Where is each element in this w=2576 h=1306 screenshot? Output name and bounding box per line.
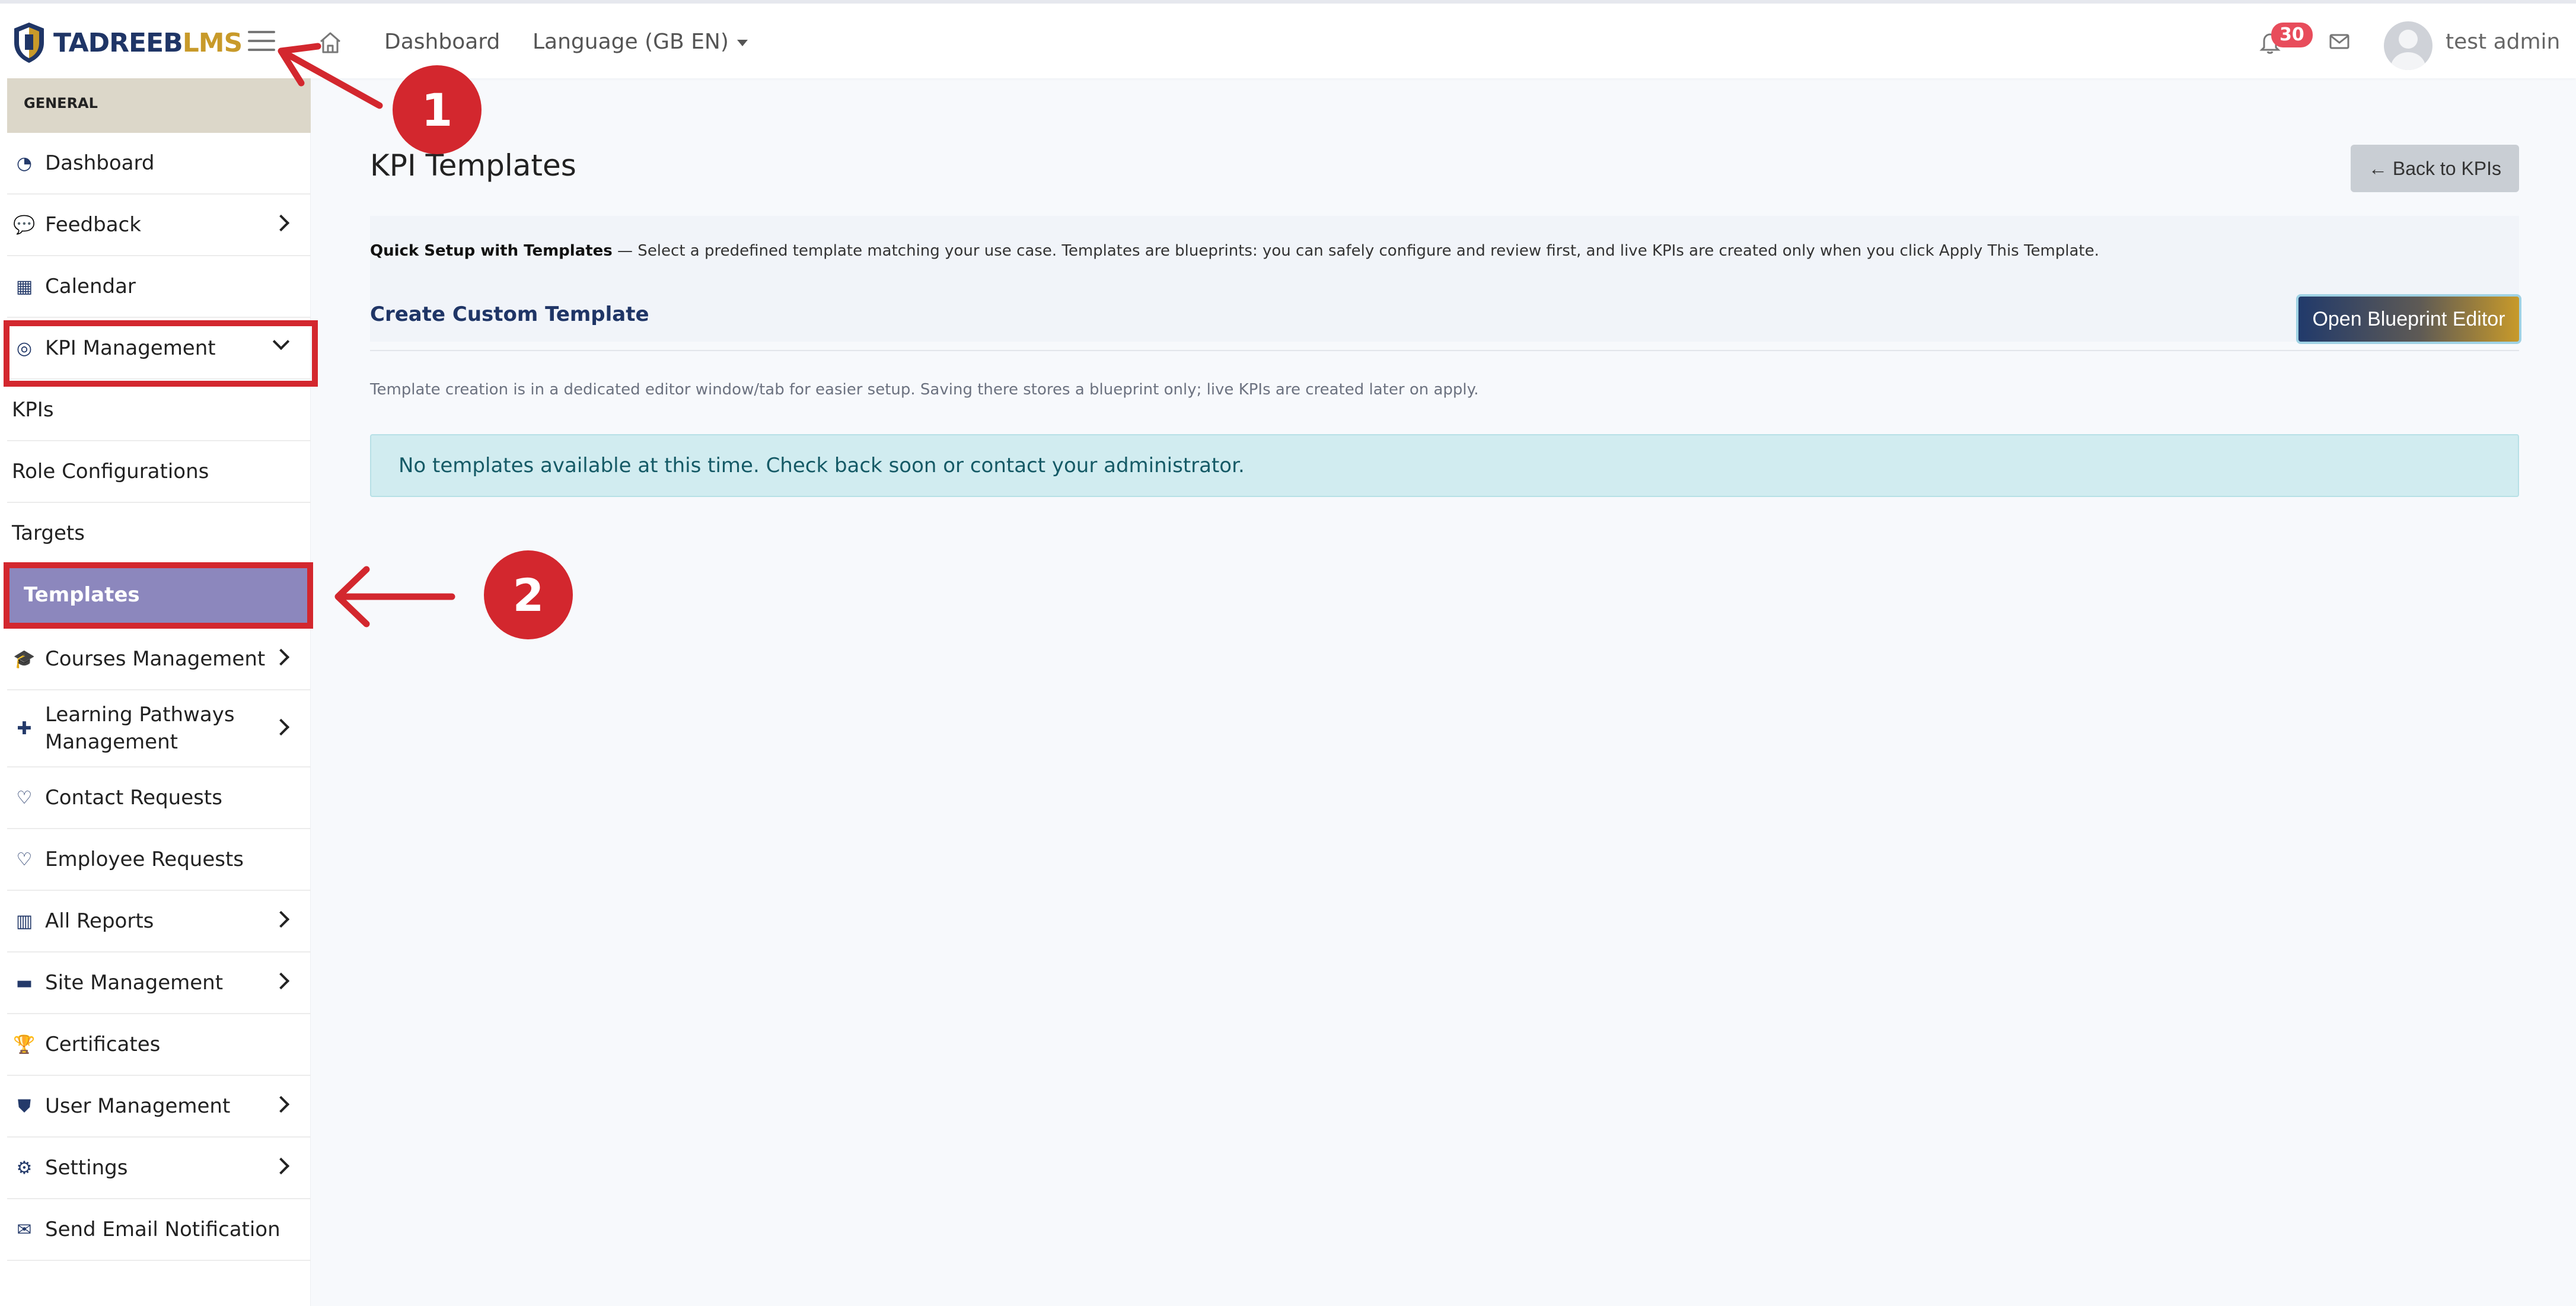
sidebar-item-settings[interactable]: ⚙ Settings bbox=[7, 1138, 311, 1199]
logo-text: TADREEBLMS bbox=[53, 27, 243, 58]
sidebar-item-all-reports[interactable]: ▥ All Reports bbox=[7, 891, 311, 953]
chevron-right-icon bbox=[272, 214, 290, 232]
mail-icon[interactable] bbox=[2329, 33, 2349, 50]
language-dropdown[interactable]: Language (GB EN) bbox=[533, 30, 748, 54]
sidebar-item-label: Role Configurations bbox=[12, 460, 209, 483]
quick-setup-panel bbox=[370, 216, 2519, 342]
nav-dashboard-link[interactable]: Dashboard bbox=[384, 30, 500, 54]
highlight-templates bbox=[4, 562, 313, 629]
callout-1: 1 bbox=[393, 65, 482, 154]
puzzle-icon: ✚ bbox=[17, 718, 32, 739]
username[interactable]: test admin bbox=[2446, 30, 2560, 54]
sidebar-item-site-management[interactable]: ▬ Site Management bbox=[7, 953, 311, 1014]
sidebar-item-label: Calendar bbox=[45, 275, 136, 298]
divider bbox=[370, 350, 2519, 351]
logo[interactable]: TADREEBLMS bbox=[12, 19, 243, 66]
sidebar-item-label: User Management bbox=[45, 1094, 231, 1118]
sidebar-item-send-email-notification[interactable]: ✉ Send Email Notification bbox=[7, 1199, 311, 1261]
sidebar-item-label: Courses Management bbox=[45, 647, 266, 671]
sidebar-item-employee-requests[interactable]: ♡ Employee Requests bbox=[7, 829, 311, 891]
back-to-kpis-button[interactable]: ← Back to KPIs bbox=[2351, 145, 2519, 192]
create-custom-template-heading: Create Custom Template bbox=[370, 302, 649, 326]
sidebar-item-calendar[interactable]: ▦ Calendar bbox=[7, 256, 311, 318]
top-navbar: TADREEBLMS Dashboard Language (GB EN) 30… bbox=[0, 0, 2576, 78]
callout-2: 2 bbox=[484, 550, 573, 639]
chevron-right-icon bbox=[272, 1157, 290, 1175]
sidebar-item-label: Site Management bbox=[45, 971, 224, 995]
sidebar-item-contact-requests[interactable]: ♡ Contact Requests bbox=[7, 767, 311, 829]
sidebar-section-general: GENERAL bbox=[7, 78, 311, 133]
template-creation-note: Template creation is in a dedicated edit… bbox=[370, 381, 1479, 399]
sidebar-subitem-targets[interactable]: Targets bbox=[7, 503, 311, 565]
chevron-right-icon bbox=[272, 648, 290, 666]
hamburger-menu-icon[interactable] bbox=[248, 31, 275, 55]
sidebar-item-label: Settings bbox=[45, 1156, 128, 1180]
chevron-right-icon bbox=[272, 1095, 290, 1113]
sidebar-item-user-management[interactable]: ⛊ User Management bbox=[7, 1076, 311, 1138]
gauge-icon: ◔ bbox=[16, 152, 33, 174]
sidebar-item-label: All Reports bbox=[45, 909, 154, 933]
chevron-right-icon bbox=[272, 718, 290, 736]
open-blueprint-editor-button[interactable]: Open Blueprint Editor bbox=[2296, 294, 2521, 344]
gear-icon: ⚙ bbox=[16, 1157, 33, 1178]
sidebar-item-label: Employee Requests bbox=[45, 848, 244, 871]
trophy-icon: 🏆 bbox=[13, 1034, 36, 1055]
sidebar-item-label: Targets bbox=[12, 521, 85, 545]
main-content: KPI Templates ← Back to KPIs Quick Setup… bbox=[311, 78, 2576, 1306]
quick-setup-text: Quick Setup with Templates — Select a pr… bbox=[370, 242, 2099, 260]
handshake-icon: ♡ bbox=[16, 787, 33, 808]
sidebar-item-label: Certificates bbox=[45, 1033, 161, 1056]
sidebar-item-learning-pathways[interactable]: ✚ Learning Pathways Management bbox=[7, 690, 311, 767]
no-templates-alert: No templates available at this time. Che… bbox=[370, 434, 2519, 497]
logo-shield-icon bbox=[14, 23, 44, 63]
sidebar-item-feedback[interactable]: 💬 Feedback bbox=[7, 195, 311, 256]
folder-icon: ▬ bbox=[15, 972, 33, 993]
chevron-right-icon bbox=[272, 910, 290, 928]
bar-chart-icon: ▥ bbox=[15, 910, 33, 932]
sidebar-item-certificates[interactable]: 🏆 Certificates bbox=[7, 1014, 311, 1076]
sidebar-item-label: KPIs bbox=[12, 398, 54, 422]
comments-icon: 💬 bbox=[13, 214, 36, 235]
page-title: KPI Templates bbox=[370, 148, 576, 183]
calendar-icon: ▦ bbox=[15, 276, 33, 297]
envelope-icon: ✉ bbox=[17, 1219, 32, 1240]
graduation-cap-icon: 🎓 bbox=[13, 648, 36, 670]
avatar[interactable] bbox=[2384, 21, 2432, 70]
sidebar-item-courses-management[interactable]: 🎓 Courses Management bbox=[7, 629, 311, 690]
chevron-right-icon bbox=[272, 972, 290, 990]
sidebar: GENERAL ◔ Dashboard 💬 Feedback ▦ Calenda… bbox=[0, 78, 311, 1306]
sidebar-item-label: Send Email Notification bbox=[45, 1218, 280, 1241]
sidebar-item-label: Dashboard bbox=[45, 151, 155, 175]
language-label: Language (GB EN) bbox=[533, 30, 729, 54]
sidebar-item-label: Feedback bbox=[45, 213, 141, 237]
caret-down-icon bbox=[737, 39, 748, 46]
shield-icon: ⛊ bbox=[17, 1095, 31, 1117]
notification-badge: 30 bbox=[2271, 23, 2313, 47]
sidebar-subitem-kpis[interactable]: KPIs bbox=[7, 380, 311, 441]
highlight-kpi-management bbox=[4, 320, 318, 387]
handshake-icon: ♡ bbox=[16, 849, 33, 870]
sidebar-item-label: Contact Requests bbox=[45, 786, 222, 810]
sidebar-item-label: Learning Pathways Management bbox=[45, 703, 235, 754]
sidebar-item-dashboard[interactable]: ◔ Dashboard bbox=[7, 133, 311, 195]
sidebar-subitem-role-configurations[interactable]: Role Configurations bbox=[7, 441, 311, 503]
home-icon[interactable] bbox=[317, 30, 343, 56]
